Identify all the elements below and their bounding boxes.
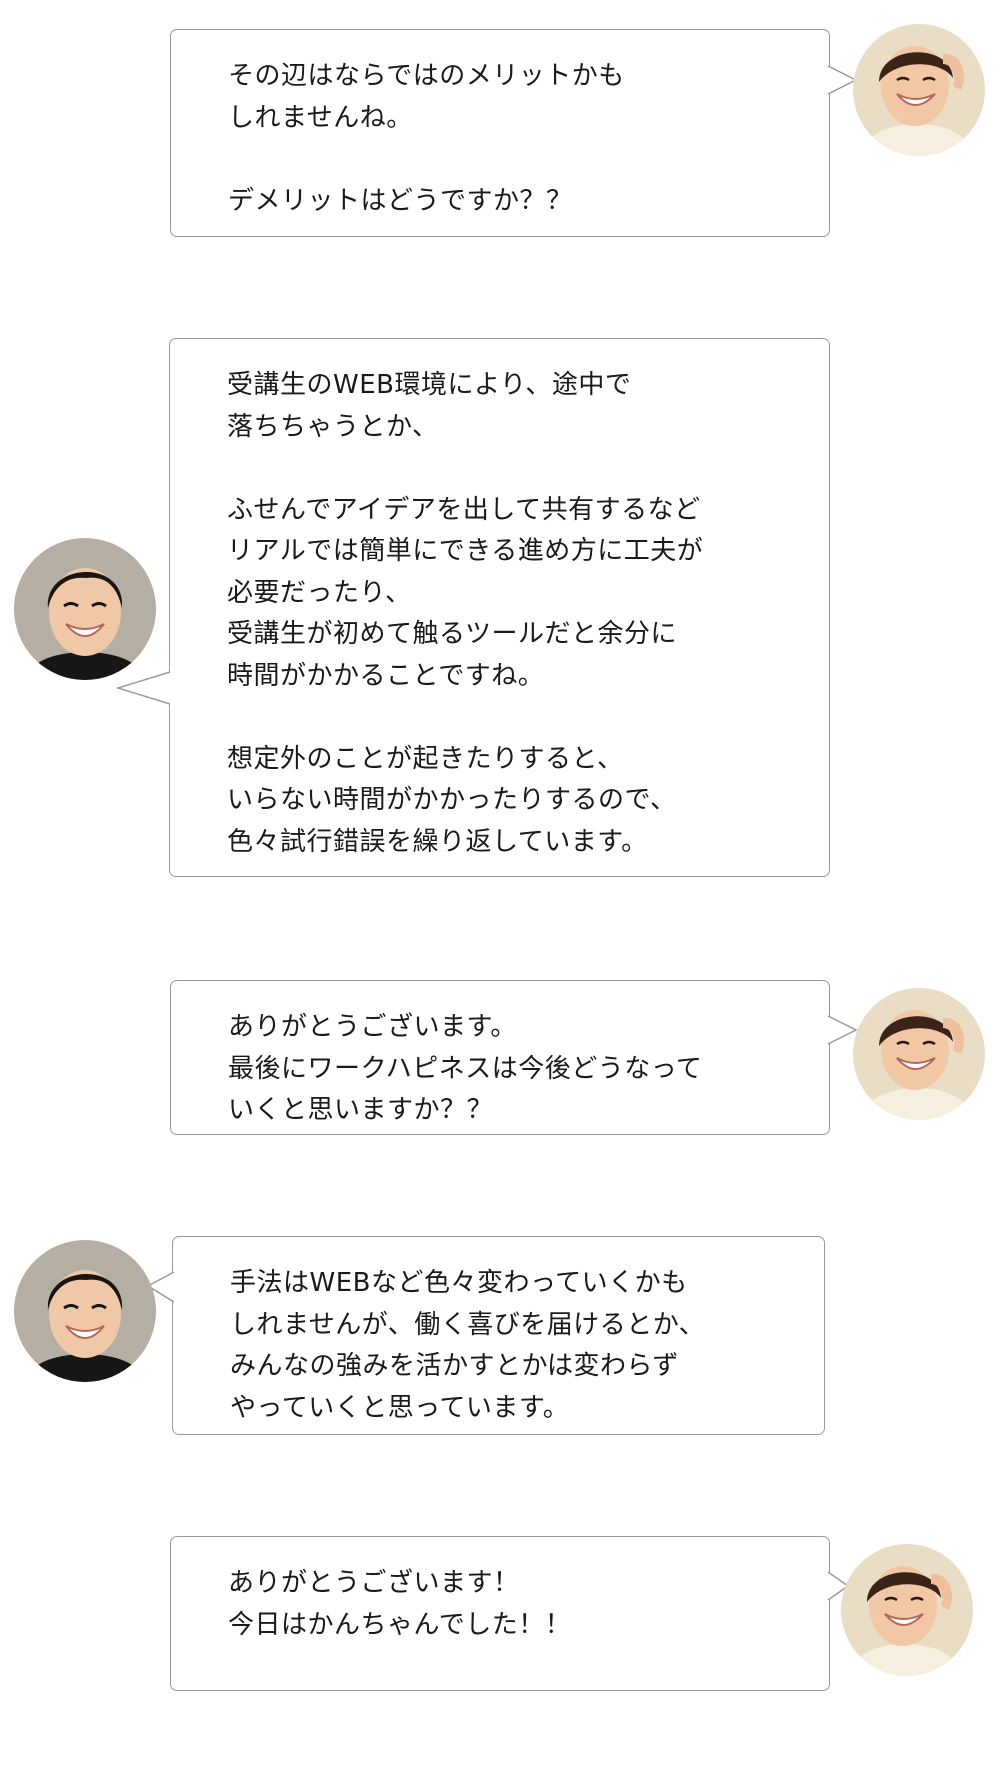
speech-bubble: 受講生のWEB環境により、途中で 落ちちゃうとか、 ふせんでアイデアを出して共有… (169, 338, 830, 877)
speech-bubble: 手法はWEBなど色々変わっていくかも しれませんが、働く喜びを届けるとか、 みん… (172, 1236, 825, 1435)
speech-bubble: ありがとうございます。 最後にワークハピネスは今後どうなって いくと思いますか？… (170, 980, 830, 1135)
interview-chat: { "messages": [ { "speaker": "interviewe… (0, 0, 1000, 1778)
message-text: 手法はWEBなど色々変わっていくかも しれませんが、働く喜びを届けるとか、 みん… (230, 1268, 706, 1423)
speech-bubble: ありがとうございます！ 今日はかんちゃんでした！！ (170, 1536, 830, 1691)
message-text: その辺はならではのメリットかも しれませんね。 デメリットはどうですか？？ (228, 61, 625, 216)
interviewer-avatar (853, 988, 985, 1120)
interviewer-avatar-photo-icon (841, 1544, 973, 1676)
interviewer-avatar-photo-icon (853, 24, 985, 156)
interviewee-avatar (14, 1240, 156, 1382)
interviewer-avatar (841, 1544, 973, 1676)
interviewer-avatar-photo-icon (853, 988, 985, 1120)
interviewee-avatar-photo-icon (14, 538, 156, 680)
interviewee-avatar (14, 538, 156, 680)
message-text: ありがとうございます！ 今日はかんちゃんでした！！ (228, 1568, 572, 1640)
interviewer-avatar (853, 24, 985, 156)
speech-bubble: その辺はならではのメリットかも しれませんね。 デメリットはどうですか？？ (170, 29, 830, 237)
message-text: 受講生のWEB環境により、途中で 落ちちゃうとか、 ふせんでアイデアを出して共有… (227, 370, 704, 857)
bubble-tail-left (115, 671, 171, 705)
message-text: ありがとうございます。 最後にワークハピネスは今後どうなって いくと思いますか？… (228, 1012, 703, 1125)
interviewee-avatar-photo-icon (14, 1240, 156, 1382)
